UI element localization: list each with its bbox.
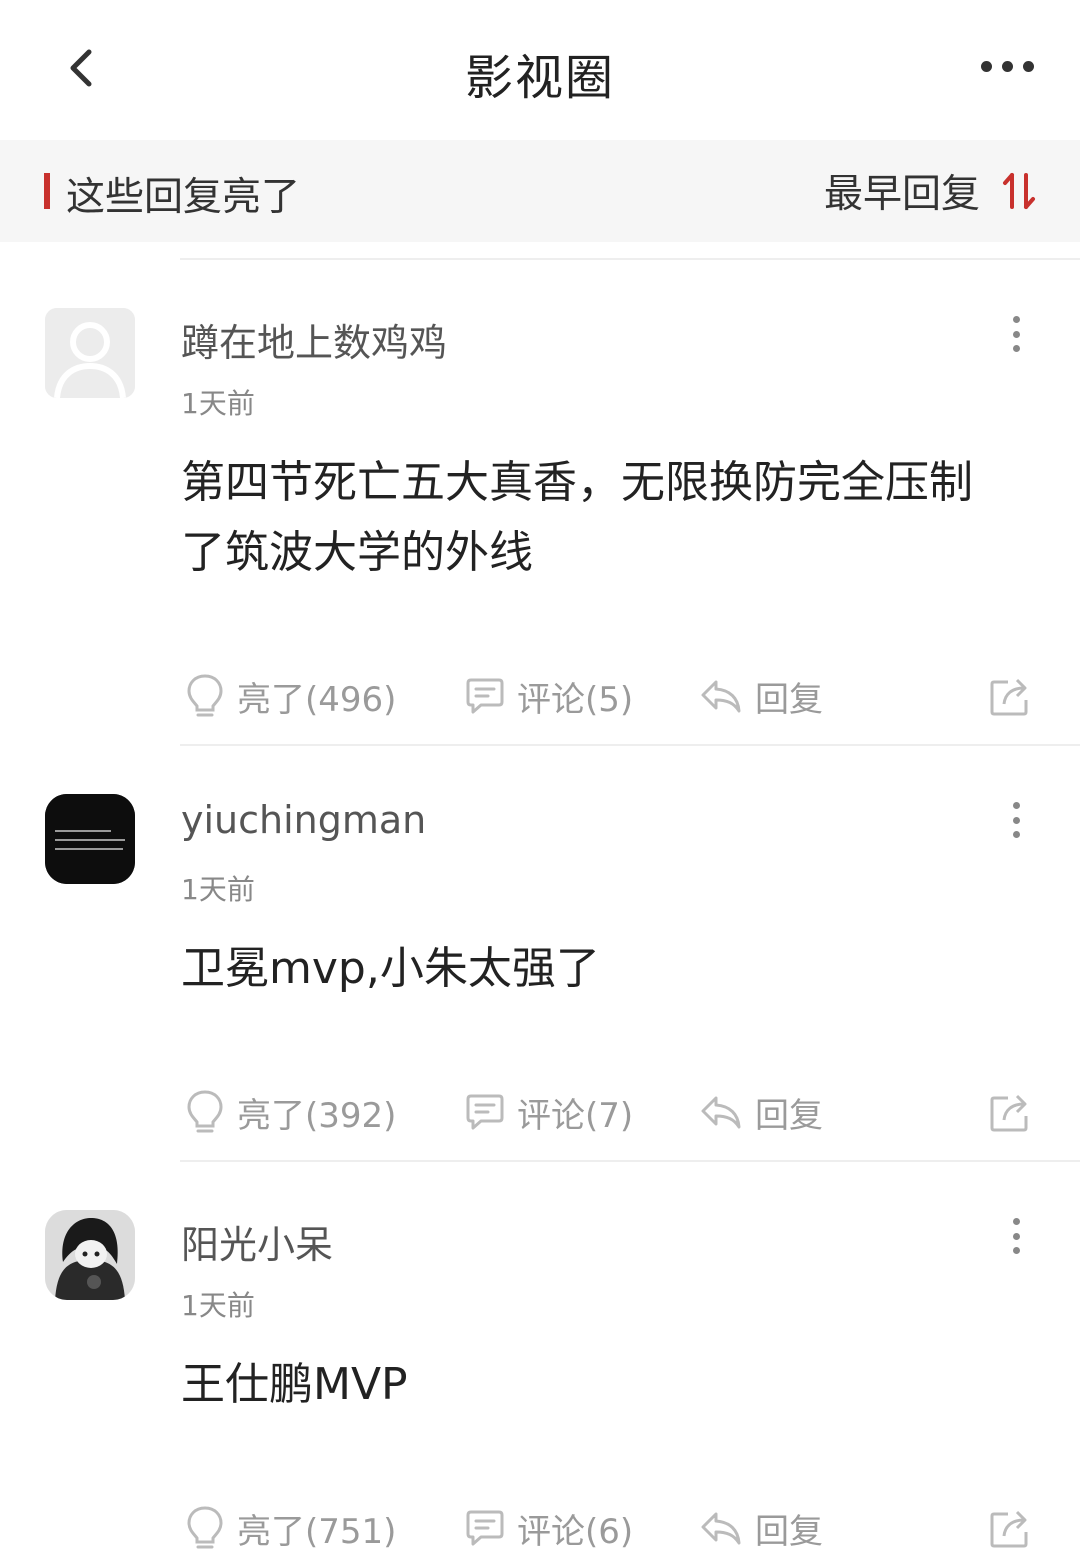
action-bar: 亮了(751) 评论(6) 回复	[181, 1498, 1032, 1558]
sort-label: 最早回复	[823, 172, 980, 217]
post-time: 1天前	[181, 1289, 255, 1322]
more-button[interactable]	[972, 46, 1042, 86]
sort-arrows-icon	[1003, 173, 1035, 209]
sort-button[interactable]: 最早回复	[823, 166, 1036, 217]
lightbulb-icon	[187, 674, 223, 717]
comment-button[interactable]: 评论(6)	[465, 1498, 633, 1558]
lightbulb-icon	[187, 1506, 223, 1549]
reply-arrow-icon	[701, 1512, 741, 1545]
section-title: 这些回复亮了	[66, 175, 301, 220]
like-label: 亮了(392)	[237, 1095, 397, 1136]
username[interactable]: 蹲在地上数鸡鸡	[181, 312, 447, 367]
more-vertical-icon	[1012, 1247, 1020, 1254]
action-bar: 亮了(496) 评论(5) 回复	[181, 666, 1032, 726]
more-horizontal-icon	[1001, 60, 1013, 72]
comment-text: 王仕鹏MVP	[181, 1359, 408, 1410]
anime-avatar-icon	[45, 1210, 135, 1300]
post-time: 1天前	[181, 387, 255, 420]
share-button[interactable]	[988, 1082, 1032, 1142]
lightbulb-icon	[187, 1090, 223, 1133]
comment-bubble-icon	[466, 678, 504, 714]
avatar[interactable]	[45, 794, 135, 884]
like-button[interactable]: 亮了(496)	[185, 666, 396, 726]
more-vertical-icon	[1012, 802, 1020, 809]
comment-bubble-icon	[466, 1510, 504, 1546]
comment-text: 卫冕mvp,小朱太强了	[181, 943, 600, 994]
more-horizontal-icon	[1022, 60, 1034, 72]
share-icon	[990, 1094, 1028, 1132]
reply-arrow-icon	[701, 680, 741, 713]
share-icon	[990, 678, 1028, 716]
username[interactable]: yiuchingman	[181, 798, 426, 842]
divider	[180, 258, 1080, 260]
more-vertical-icon	[1012, 816, 1020, 824]
comment-button[interactable]: 评论(7)	[465, 1082, 633, 1142]
reply-button[interactable]: 回复	[699, 666, 823, 726]
comment-label: 评论(6)	[517, 1511, 634, 1552]
comment-label: 评论(5)	[517, 679, 634, 720]
comment-button[interactable]: 评论(5)	[465, 666, 633, 726]
post-menu-button[interactable]	[1004, 1212, 1028, 1260]
divider	[180, 1160, 1080, 1162]
divider	[180, 744, 1080, 746]
section-accent-bar	[44, 173, 50, 209]
more-vertical-icon	[1012, 345, 1020, 352]
like-label: 亮了(751)	[237, 1511, 397, 1552]
comment-text: 第四节死亡五大真香，无限换防完全压制了筑波大学的外线	[181, 457, 973, 578]
page-title: 影视圈	[464, 50, 615, 106]
more-vertical-icon	[1012, 1218, 1020, 1225]
share-button[interactable]	[988, 1498, 1032, 1558]
reply-button[interactable]: 回复	[699, 1082, 823, 1142]
more-vertical-icon	[1012, 1232, 1020, 1240]
username[interactable]: 阳光小呆	[181, 1214, 333, 1269]
reply-label: 回复	[755, 1511, 823, 1552]
more-vertical-icon	[1012, 330, 1020, 338]
top-bar: 影视圈	[0, 0, 1080, 140]
comment-bubble-icon	[466, 1094, 504, 1130]
reply-label: 回复	[755, 1095, 823, 1136]
avatar[interactable]	[45, 1210, 135, 1300]
more-horizontal-icon	[980, 60, 992, 72]
reply-label: 回复	[755, 679, 823, 720]
like-button[interactable]: 亮了(392)	[185, 1082, 396, 1142]
reply-arrow-icon	[701, 1096, 741, 1129]
avatar[interactable]	[45, 308, 135, 398]
post-menu-button[interactable]	[1004, 310, 1028, 358]
post-menu-button[interactable]	[1004, 796, 1028, 844]
like-label: 亮了(496)	[237, 679, 397, 720]
section-header: 这些回复亮了 最早回复	[0, 140, 1080, 242]
like-button[interactable]: 亮了(751)	[185, 1498, 396, 1558]
post-time: 1天前	[181, 873, 255, 906]
reply-button[interactable]: 回复	[699, 1498, 823, 1558]
more-vertical-icon	[1012, 831, 1020, 838]
default-avatar-icon	[45, 308, 135, 398]
dark-text-avatar-icon	[45, 794, 135, 884]
share-icon	[990, 1510, 1028, 1548]
share-button[interactable]	[988, 666, 1032, 726]
more-vertical-icon	[1012, 316, 1020, 323]
comment-label: 评论(7)	[517, 1095, 634, 1136]
action-bar: 亮了(392) 评论(7) 回复	[181, 1082, 1032, 1142]
